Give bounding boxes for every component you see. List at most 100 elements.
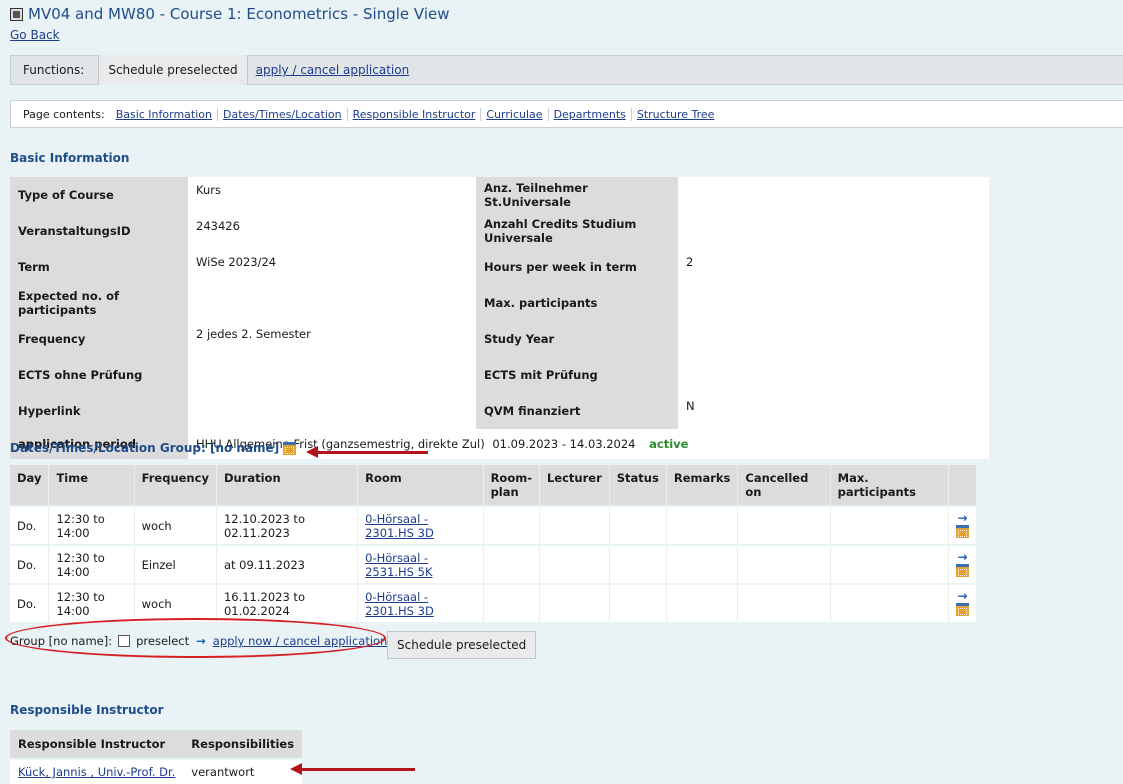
contents-link-basic-information[interactable]: Basic Information bbox=[111, 108, 217, 121]
cell-remarks bbox=[666, 505, 739, 545]
column-header: Time bbox=[48, 465, 135, 506]
table-header-row: Day Time Frequency Duration Room Room-pl… bbox=[10, 465, 977, 506]
info-value bbox=[678, 177, 989, 213]
info-value: 2 bbox=[678, 249, 989, 285]
info-key: Hours per week in term bbox=[476, 249, 678, 285]
cell-actions: → bbox=[948, 583, 977, 622]
arrow-right-icon[interactable]: → bbox=[956, 512, 969, 524]
room-link[interactable]: 0-Hörsaal - 2301.HS 3D bbox=[365, 590, 434, 618]
cell-frequency: woch bbox=[134, 505, 217, 545]
cell-duration: 16.11.2023 to 01.02.2024 bbox=[216, 583, 359, 622]
info-key: QVM finanziert bbox=[476, 393, 678, 429]
cell-time: 12:30 to 14:00 bbox=[48, 505, 135, 545]
status-badge: active bbox=[649, 437, 689, 451]
cell-cancelled bbox=[737, 505, 831, 545]
dates-heading: Dates/Times/Location Group: [no name] bbox=[10, 441, 297, 455]
room-link[interactable]: 0-Hörsaal - 2301.HS 3D bbox=[365, 512, 434, 540]
column-header: Frequency bbox=[134, 465, 217, 506]
table-row: Do. 12:30 to 14:00 Einzel at 09.11.2023 … bbox=[10, 544, 977, 584]
contents-link-departments[interactable]: Departments bbox=[547, 107, 631, 121]
course-icon bbox=[10, 7, 23, 21]
functions-label: Functions: bbox=[23, 63, 85, 77]
cell-roomplan bbox=[483, 505, 540, 545]
cell-actions: → bbox=[948, 505, 977, 545]
page-contents-label: Page contents: bbox=[23, 107, 105, 121]
table-row: ECTS ohne Prüfung ECTS mit Prüfung bbox=[10, 357, 989, 393]
cell-cancelled bbox=[737, 583, 831, 622]
info-value bbox=[678, 213, 989, 249]
dates-heading-text: Dates/Times/Location Group: [no name] bbox=[10, 441, 280, 455]
cell-lecturer bbox=[539, 505, 610, 545]
arrow-right-icon[interactable]: → bbox=[956, 590, 969, 602]
info-value: Kurs bbox=[188, 177, 476, 213]
annotation-arrow bbox=[306, 446, 428, 458]
cell-lecturer bbox=[539, 544, 610, 584]
apply-cancel-link[interactable]: apply / cancel application bbox=[256, 63, 410, 77]
functions-bar: Functions: Schedule preselected apply / … bbox=[10, 55, 1123, 85]
info-value bbox=[678, 321, 989, 357]
cell-instructor: Kück, Jannis , Univ.-Prof. Dr. bbox=[10, 758, 184, 784]
cell-duration: 12.10.2023 to 02.11.2023 bbox=[216, 505, 359, 545]
calendar-icon[interactable] bbox=[283, 441, 297, 455]
table-row: Frequency 2 jedes 2. Semester Study Year bbox=[10, 321, 989, 357]
contents-link-instructor[interactable]: Responsible Instructor bbox=[346, 107, 481, 121]
page-title-text: MV04 and MW80 - Course 1: Econometrics -… bbox=[28, 5, 450, 23]
table-row: Term WiSe 2023/24 Hours per week in term… bbox=[10, 249, 989, 285]
cell-remarks bbox=[666, 583, 739, 622]
contents-link-dates[interactable]: Dates/Times/Location bbox=[216, 107, 347, 121]
instructor-link[interactable]: Kück, Jannis , Univ.-Prof. Dr. bbox=[18, 765, 175, 779]
info-key: Expected no. of participants bbox=[10, 285, 188, 321]
annotation-arrow bbox=[290, 763, 415, 775]
cell-actions: → bbox=[948, 544, 977, 584]
cell-room: 0-Hörsaal - 2531.HS 5K bbox=[357, 544, 484, 584]
contents-link-structure-tree[interactable]: Structure Tree bbox=[630, 107, 720, 121]
table-row: Type of Course Kurs Anz. Teilnehmer St.U… bbox=[10, 177, 989, 213]
table-row: Do. 12:30 to 14:00 woch 12.10.2023 to 02… bbox=[10, 505, 977, 545]
application-period-dates: 01.09.2023 - 14.03.2024 bbox=[492, 437, 636, 451]
instructor-heading: Responsible Instructor bbox=[10, 703, 164, 717]
room-link[interactable]: 0-Hörsaal - 2531.HS 5K bbox=[365, 551, 432, 579]
info-key: Max. participants bbox=[476, 285, 678, 321]
cell-remarks bbox=[666, 544, 739, 584]
info-key: Frequency bbox=[10, 321, 188, 357]
cell-cancelled bbox=[737, 544, 831, 584]
info-value: WiSe 2023/24 bbox=[188, 249, 476, 285]
column-header: Responsibilities bbox=[183, 730, 303, 759]
arrow-right-icon[interactable]: → bbox=[956, 551, 969, 563]
column-header: Duration bbox=[216, 465, 359, 506]
table-row: Expected no. of participants Max. partic… bbox=[10, 285, 989, 321]
basic-information-table: Type of Course Kurs Anz. Teilnehmer St.U… bbox=[10, 177, 989, 459]
info-value bbox=[678, 285, 989, 321]
column-header: Room bbox=[357, 465, 484, 506]
calendar-icon[interactable] bbox=[956, 603, 969, 616]
info-key: Hyperlink bbox=[10, 393, 188, 429]
page-contents-bar: Page contents: Basic Information Dates/T… bbox=[10, 100, 1123, 128]
info-key: ECTS ohne Prüfung bbox=[10, 357, 188, 393]
go-back-link[interactable]: Go Back bbox=[10, 28, 60, 42]
column-header-actions bbox=[948, 465, 977, 506]
cell-lecturer bbox=[539, 583, 610, 622]
cell-max bbox=[830, 505, 950, 545]
cell-status bbox=[609, 583, 667, 622]
calendar-icon[interactable] bbox=[956, 525, 969, 538]
cell-frequency: Einzel bbox=[134, 544, 217, 584]
column-header: Remarks bbox=[666, 465, 739, 506]
calendar-icon[interactable] bbox=[956, 564, 969, 577]
group-schedule-preselected-button[interactable]: Schedule preselected bbox=[387, 631, 537, 659]
cell-duration: at 09.11.2023 bbox=[216, 544, 359, 584]
cell-status bbox=[609, 544, 667, 584]
info-value bbox=[678, 357, 989, 393]
schedule-preselected-button[interactable]: Schedule preselected bbox=[98, 55, 248, 85]
table-row: VeranstaltungsID 243426 Anzahl Credits S… bbox=[10, 213, 989, 249]
info-key: ECTS mit Prüfung bbox=[476, 357, 678, 393]
contents-link-curriculae[interactable]: Curriculae bbox=[480, 107, 547, 121]
cell-room: 0-Hörsaal - 2301.HS 3D bbox=[357, 583, 484, 622]
page-title: MV04 and MW80 - Course 1: Econometrics -… bbox=[10, 5, 450, 23]
cell-room: 0-Hörsaal - 2301.HS 3D bbox=[357, 505, 484, 545]
cell-frequency: woch bbox=[134, 583, 217, 622]
column-header: Cancelled on bbox=[737, 465, 831, 506]
table-row: Hyperlink QVM finanziert N bbox=[10, 393, 989, 429]
info-key: Term bbox=[10, 249, 188, 285]
cell-max bbox=[830, 583, 950, 622]
cell-roomplan bbox=[483, 583, 540, 622]
